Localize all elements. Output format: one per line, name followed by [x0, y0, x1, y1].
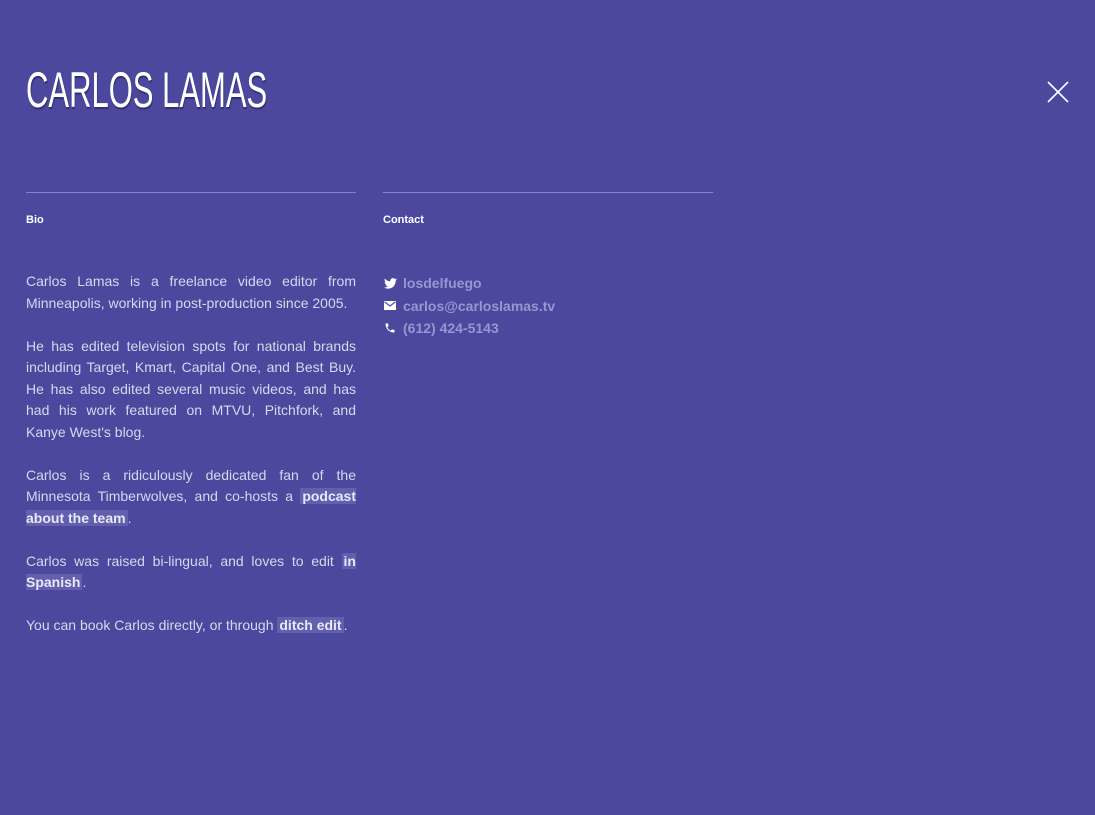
bio-paragraph-booking: You can book Carlos directly, or through… — [26, 615, 356, 637]
close-button[interactable] — [1043, 77, 1073, 107]
contact-email: carlos@carloslamas.tv — [403, 297, 556, 314]
bio-text: Carlos Lamas is a freelance video editor… — [26, 271, 356, 637]
bio-text-span: . — [127, 509, 132, 526]
twitter-icon — [383, 276, 397, 290]
bio-paragraph-clients: He has edited television spots for natio… — [26, 337, 356, 440]
bio-text-span: You can book Carlos directly, or through — [26, 617, 278, 633]
mail-icon — [383, 299, 397, 313]
contact-list: losdelfuego carlos@carloslamas.tv (612) … — [383, 272, 713, 340]
contact-section: Contact losdelfuego carlos@carloslamas.t… — [383, 192, 713, 340]
contact-phone: (612) 424-5143 — [403, 320, 499, 337]
contact-item-email[interactable]: carlos@carloslamas.tv — [383, 295, 713, 318]
bio-section: Bio Carlos Lamas is a freelance video ed… — [26, 192, 356, 658]
bio-text-span: . — [82, 574, 87, 590]
close-icon — [1047, 81, 1069, 103]
bio-text-span: Carlos was raised bi-lingual, and loves … — [26, 552, 342, 569]
ditch-edit-link[interactable]: ditch edit — [277, 617, 344, 633]
bio-paragraph-spanish: Carlos was raised bi-lingual, and loves … — [26, 551, 356, 594]
bio-text-span: . — [343, 617, 348, 633]
bio-paragraph-timberwolves: Carlos is a ridiculously dedicated fan o… — [26, 465, 356, 530]
bio-paragraph-intro: Carlos Lamas is a freelance video editor… — [26, 273, 356, 311]
contact-heading: Contact — [383, 214, 424, 226]
site-title: CARLOS LAMAS — [26, 62, 268, 118]
contact-item-phone[interactable]: (612) 424-5143 — [383, 317, 713, 340]
contact-twitter-handle: losdelfuego — [403, 275, 482, 292]
contact-item-twitter[interactable]: losdelfuego — [383, 272, 713, 295]
bio-heading: Bio — [26, 214, 44, 226]
phone-icon — [383, 321, 397, 335]
